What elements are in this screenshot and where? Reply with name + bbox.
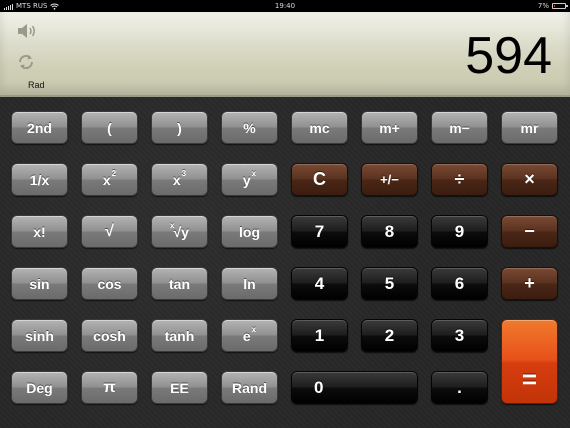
percent-button[interactable]: % (221, 111, 278, 144)
power-exp: x (251, 169, 257, 178)
digit-6-button[interactable]: 6 (431, 267, 488, 300)
ln-button[interactable]: ln (221, 267, 278, 300)
tan-button[interactable]: tan (151, 267, 208, 300)
exp-exp: x (251, 325, 257, 334)
memory-recall-button[interactable]: mr (501, 111, 558, 144)
cube-base: x (172, 171, 181, 188)
digit-3-button[interactable]: 3 (431, 319, 488, 352)
factorial-button[interactable]: x! (11, 215, 68, 248)
random-button[interactable]: Rand (221, 371, 278, 404)
square-root-button[interactable]: √ (81, 215, 138, 248)
equals-button[interactable]: = (501, 319, 558, 404)
exponential-button[interactable]: ex (221, 319, 278, 352)
memory-subtract-button[interactable]: m− (431, 111, 488, 144)
keypad: 2nd ( ) % mc m+ m− mr 1/x x2 x3 yx C +/−… (0, 97, 570, 428)
cube-button[interactable]: x3 (151, 163, 208, 196)
digit-1-button[interactable]: 1 (291, 319, 348, 352)
pi-button[interactable]: π (81, 371, 138, 404)
battery-percent: 7% (537, 2, 549, 10)
close-paren-button[interactable]: ) (151, 111, 208, 144)
tanh-button[interactable]: tanh (151, 319, 208, 352)
memory-add-button[interactable]: m+ (361, 111, 418, 144)
calculator-display: Rad 594 (0, 12, 570, 97)
deg-rad-toggle-button[interactable]: Deg (11, 371, 68, 404)
open-paren-button[interactable]: ( (81, 111, 138, 144)
speaker-icon[interactable] (16, 22, 38, 40)
square-exp: 2 (111, 169, 117, 178)
display-value: 594 (465, 27, 552, 85)
root-index: x (170, 221, 175, 230)
power-base: y (242, 171, 251, 188)
digit-7-button[interactable]: 7 (291, 215, 348, 248)
ee-button[interactable]: EE (151, 371, 208, 404)
digit-9-button[interactable]: 9 (431, 215, 488, 248)
plus-minus-button[interactable]: +/− (361, 163, 418, 196)
cos-button[interactable]: cos (81, 267, 138, 300)
root-symbol: √y (173, 223, 189, 240)
subtract-button[interactable]: − (501, 215, 558, 248)
refresh-icon[interactable] (16, 52, 36, 72)
add-button[interactable]: + (501, 267, 558, 300)
reciprocal-button[interactable]: 1/x (11, 163, 68, 196)
sinh-button[interactable]: sinh (11, 319, 68, 352)
status-bar: MTS RUS 19:40 7% (0, 0, 570, 12)
angle-mode-label: Rad (28, 80, 45, 90)
sin-button[interactable]: sin (11, 267, 68, 300)
clear-button[interactable]: C (291, 163, 348, 196)
multiply-button[interactable]: × (501, 163, 558, 196)
digit-5-button[interactable]: 5 (361, 267, 418, 300)
cosh-button[interactable]: cosh (81, 319, 138, 352)
memory-clear-button[interactable]: mc (291, 111, 348, 144)
divide-button[interactable]: ÷ (431, 163, 488, 196)
digit-8-button[interactable]: 8 (361, 215, 418, 248)
square-base: x (102, 171, 111, 188)
clock: 19:40 (274, 2, 296, 10)
cube-exp: 3 (181, 169, 187, 178)
digit-2-button[interactable]: 2 (361, 319, 418, 352)
decimal-point-button[interactable]: . (431, 371, 488, 404)
second-function-button[interactable]: 2nd (11, 111, 68, 144)
exp-base: e (242, 327, 251, 344)
digit-4-button[interactable]: 4 (291, 267, 348, 300)
nth-root-button[interactable]: x √y (151, 215, 208, 248)
log-button[interactable]: log (221, 215, 278, 248)
power-button[interactable]: yx (221, 163, 278, 196)
square-button[interactable]: x2 (81, 163, 138, 196)
battery-icon (552, 3, 568, 9)
digit-0-button[interactable]: 0 (291, 371, 418, 404)
